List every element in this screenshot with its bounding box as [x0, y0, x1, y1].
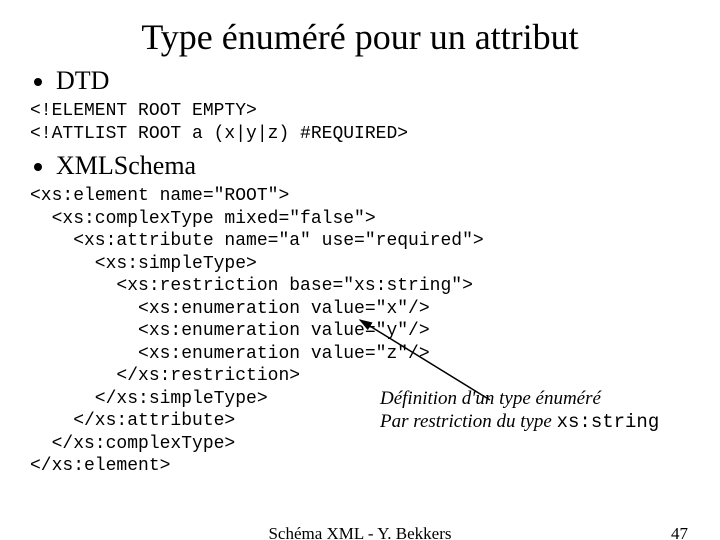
annotation: Définition d'un type énuméré Par restric… — [380, 388, 680, 434]
annotation-line2-prefix: Par restriction du type — [380, 411, 557, 432]
xsd-line-6: <xs:enumeration value="y"/> — [30, 321, 430, 341]
xsd-line-4: <xs:restriction base="xs:string"> — [30, 276, 473, 296]
annotation-line1: Définition d'un type énuméré — [380, 388, 601, 409]
xsd-line-11: </xs:complexType> — [30, 434, 235, 454]
slide-title: Type énuméré pour un attribut — [30, 16, 690, 58]
footer-center: Schéma XML - Y. Bekkers — [0, 524, 720, 540]
bullet-list-2: XMLSchema — [30, 151, 690, 181]
xsd-line-1: <xs:complexType mixed="false"> — [30, 209, 376, 229]
xsd-line-0: <xs:element name="ROOT"> — [30, 186, 289, 206]
xsd-line-5: <xs:enumeration value="x"/> — [30, 299, 430, 319]
xsd-line-9: </xs:simpleType> — [30, 389, 268, 409]
xsd-line-2: <xs:attribute name="a" use="required"> — [30, 231, 484, 251]
xsd-line-10: </xs:attribute> — [30, 411, 235, 431]
bullet-list-1: DTD — [30, 66, 690, 96]
xsd-line-7: <xs:enumeration value="z"/> — [30, 344, 430, 364]
slide: Type énuméré pour un attribut DTD <!ELEM… — [0, 0, 720, 540]
xsd-code-block: <xs:element name="ROOT"> <xs:complexType… — [30, 185, 690, 478]
xsd-line-3: <xs:simpleType> — [30, 254, 257, 274]
bullet-xmlschema: XMLSchema — [56, 151, 690, 181]
bullet-dtd: DTD — [56, 66, 690, 96]
footer-page-number: 47 — [671, 524, 688, 540]
annotation-line2-code: xs:string — [557, 411, 660, 433]
xsd-line-12: </xs:element> — [30, 456, 170, 476]
xsd-line-8: </xs:restriction> — [30, 366, 300, 386]
dtd-code-block: <!ELEMENT ROOT EMPTY> <!ATTLIST ROOT a (… — [30, 100, 690, 145]
